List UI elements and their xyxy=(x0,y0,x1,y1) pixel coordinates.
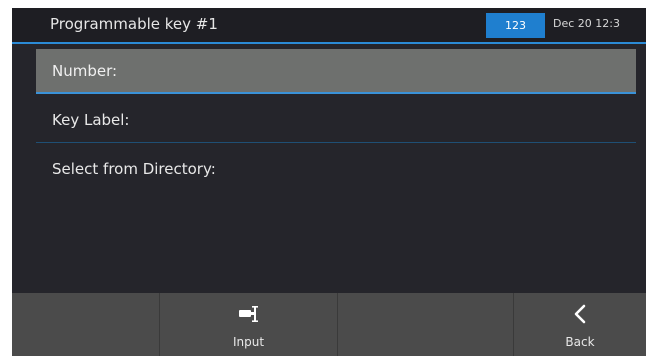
phone-screen: Programmable key #1 123 Dec 20 12:3 Numb… xyxy=(12,8,646,356)
title-bar: Programmable key #1 123 Dec 20 12:3 xyxy=(12,8,646,44)
softkey-bar: Input Back xyxy=(12,293,646,356)
input-icon xyxy=(238,303,260,329)
input-softkey[interactable]: Input xyxy=(160,293,338,356)
softkey-1[interactable] xyxy=(12,293,160,356)
page-title: Programmable key #1 xyxy=(50,15,218,33)
softkey-3[interactable] xyxy=(338,293,514,356)
back-softkey[interactable]: Back xyxy=(514,293,646,356)
back-softkey-label: Back xyxy=(565,335,595,349)
menu-item-label: Select from Directory: xyxy=(52,160,216,178)
menu-item-number[interactable]: Number: xyxy=(36,49,636,94)
input-softkey-label: Input xyxy=(232,335,265,349)
input-mode-indicator: 123 xyxy=(486,13,545,38)
menu-item-label: Number: xyxy=(52,62,118,80)
menu-item-label: Key Label: xyxy=(52,111,130,129)
menu-item-select-from-directory[interactable]: Select from Directory: xyxy=(36,146,636,192)
date-time: Dec 20 12:3 xyxy=(553,17,620,30)
menu-item-key-label[interactable]: Key Label: xyxy=(36,97,636,143)
back-chevron-icon xyxy=(572,303,588,329)
